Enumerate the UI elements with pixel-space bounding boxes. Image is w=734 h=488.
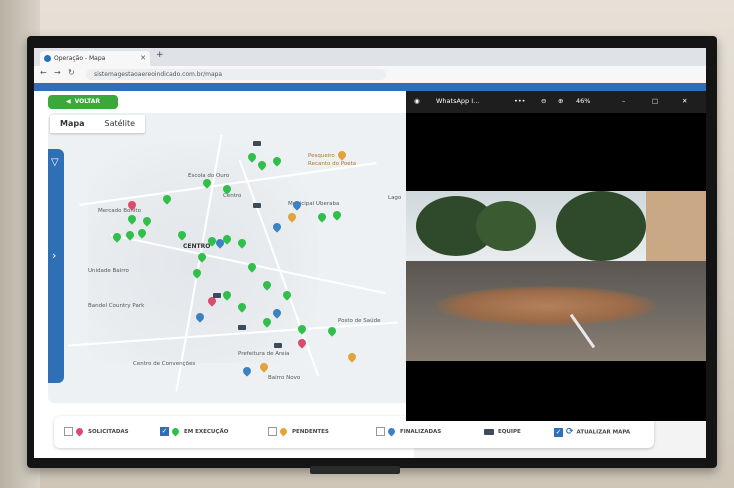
tv-screen: Operação - Mapa ✕ + ← → ↻ sistemagestaoa… (34, 48, 706, 458)
app-content: ◀ VOLTAR Mapa Satélite ▽ › Escola do Ouro… (34, 91, 654, 458)
map-type-tabs: Mapa Satélite (50, 115, 146, 133)
close-tab-icon[interactable]: ✕ (140, 51, 146, 66)
pendentes-checkbox[interactable] (268, 427, 277, 436)
map-label: Escola do Ouro (188, 173, 230, 179)
whatsapp-image-viewer: ◉ WhatsApp I... ••• ⊖ ⊕ 46% – □ ✕ (406, 91, 706, 421)
zoom-out-icon[interactable]: ⊖ (541, 97, 546, 105)
team-vehicle-icon[interactable] (213, 293, 221, 298)
minimize-button[interactable]: – (622, 97, 625, 105)
chevron-left-icon: ◀ (66, 98, 71, 105)
map-label: Prefeitura de Areia (238, 351, 290, 357)
close-button[interactable]: ✕ (682, 97, 687, 105)
back-arrow-icon[interactable]: ← (40, 68, 47, 77)
back-button[interactable]: ◀ VOLTAR (48, 95, 118, 109)
favicon-icon (44, 55, 51, 62)
tab-mapa[interactable]: Mapa (50, 115, 94, 133)
em-execucao-checkbox[interactable]: ✓ (160, 427, 169, 436)
legend-pendentes[interactable]: PENDENTES (268, 426, 329, 438)
browser-tabbar: Operação - Mapa ✕ + (34, 48, 706, 66)
viewer-titlebar: ◉ WhatsApp I... ••• ⊖ ⊕ 46% – □ ✕ (406, 91, 706, 113)
more-options-icon[interactable]: ••• (514, 97, 526, 105)
map-pin-pendente[interactable] (346, 351, 358, 363)
finalizadas-checkbox[interactable] (376, 427, 385, 436)
reload-icon[interactable]: ↻ (68, 68, 75, 77)
legend-label: SOLICITADAS (88, 429, 129, 435)
legend-label: PENDENTES (292, 429, 329, 435)
map-pin-pendente[interactable] (258, 361, 270, 373)
legend-label: EQUIPE (498, 429, 521, 435)
tab-satelite[interactable]: Satélite (94, 115, 145, 133)
solicitadas-checkbox[interactable] (64, 427, 73, 436)
map-label: Bandel Country Park (88, 303, 145, 309)
legend-em-execucao[interactable]: ✓ EM EXECUÇÃO (160, 426, 228, 438)
browser-tab[interactable]: Operação - Mapa ✕ (40, 51, 150, 66)
map-label: Lago (388, 195, 402, 201)
photo-water (436, 286, 656, 326)
blue-pin-icon (386, 426, 397, 437)
photo-tree (476, 201, 536, 251)
photo-tree (556, 191, 646, 261)
team-vehicle-icon[interactable] (253, 203, 261, 208)
vehicle-icon (484, 428, 494, 435)
map-pin-pendente[interactable] (336, 149, 348, 161)
legend-atualizar-mapa[interactable]: ✓ ⟳ ATUALIZAR MAPA (554, 426, 630, 438)
legend-label: EM EXECUÇÃO (184, 429, 229, 435)
map-pin-em-execucao[interactable] (316, 211, 328, 223)
team-vehicle-icon[interactable] (253, 141, 261, 146)
map-label: Bairro Novo (268, 375, 301, 381)
map-pin-finalizada[interactable] (241, 365, 253, 377)
map-label: Centro de Convenções (133, 361, 196, 367)
map-label: Posto de Saúde (338, 318, 381, 324)
maximize-button[interactable]: □ (652, 97, 658, 105)
filter-icon[interactable]: ▽ (51, 157, 59, 168)
new-tab-icon[interactable]: + (156, 50, 164, 60)
green-pin-icon (170, 426, 181, 437)
app-header-bar (34, 83, 706, 91)
map-label: Recanto do Poeta (308, 161, 357, 167)
refresh-icon: ⟳ (566, 427, 574, 437)
map-pin-em-execucao[interactable] (331, 209, 343, 221)
street-flood-photo (406, 191, 706, 361)
whatsapp-icon: ◉ (414, 97, 420, 105)
red-pin-icon (74, 426, 85, 437)
zoom-level: 46% (576, 97, 591, 105)
team-vehicle-icon[interactable] (238, 325, 246, 330)
atualizar-mapa-checkbox[interactable]: ✓ (554, 427, 563, 437)
address-bar-row: ← → ↻ sistemagestaoaereoindicado.com.br/… (34, 66, 706, 84)
legend-equipe[interactable]: EQUIPE (484, 426, 521, 438)
map[interactable]: Mapa Satélite ▽ › Escola do Ouro Pesquei… (48, 113, 414, 403)
legend-label: ATUALIZAR MAPA (576, 429, 631, 436)
map-label: Unidade Bairro (88, 268, 129, 274)
map-label: Mercado Bonito (98, 208, 141, 214)
map-label: CENTRO (183, 243, 211, 250)
legend-label: FINALIZADAS (400, 429, 442, 435)
tv-stand (310, 466, 400, 474)
chevron-right-icon[interactable]: › (52, 249, 56, 262)
zoom-in-icon[interactable]: ⊕ (558, 97, 563, 105)
orange-pin-icon (278, 426, 289, 437)
forward-arrow-icon[interactable]: → (54, 68, 61, 77)
back-button-label: VOLTAR (74, 98, 100, 105)
url-input[interactable]: sistemagestaoaereoindicado.com.br/mapa (86, 69, 386, 80)
legend-solicitadas[interactable]: SOLICITADAS (64, 426, 129, 438)
legend-finalizadas[interactable]: FINALIZADAS (376, 426, 441, 438)
map-filter-sidebar[interactable]: ▽ › (48, 149, 64, 383)
viewer-title: WhatsApp I... (436, 97, 480, 105)
map-label: Pesqueiro (308, 153, 335, 159)
tab-title: Operação - Mapa (54, 55, 106, 62)
team-vehicle-icon[interactable] (274, 343, 282, 348)
